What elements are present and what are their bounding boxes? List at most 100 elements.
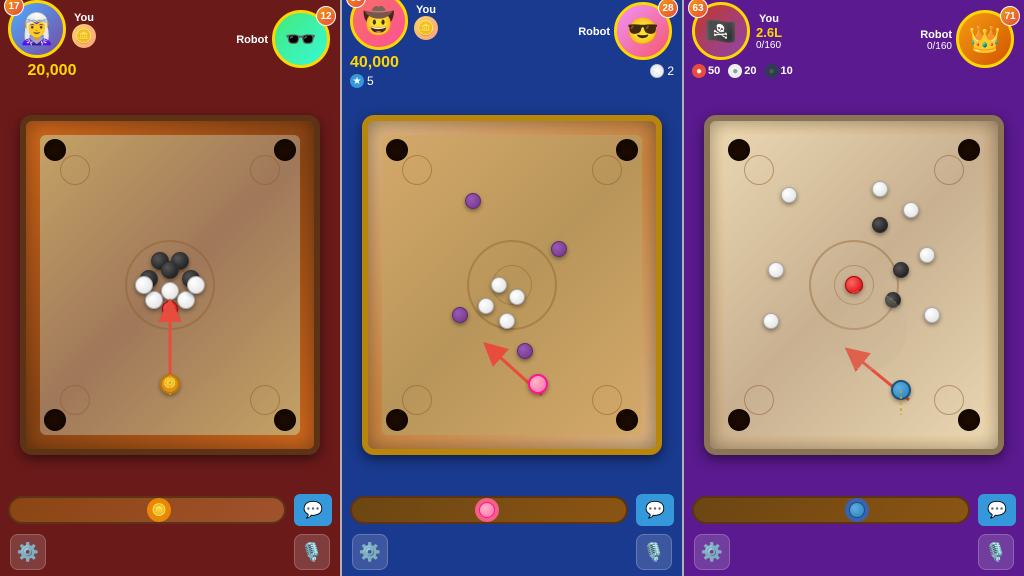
corner-circle-tr-2 xyxy=(592,155,622,185)
corner-circle-br-1 xyxy=(250,385,280,415)
piece-white-5 xyxy=(187,276,205,294)
you-avatar-1: 🧝‍♀️ 17 xyxy=(8,0,68,60)
robot-level-1: 12 xyxy=(316,6,336,26)
pocket-tl-3 xyxy=(728,139,750,161)
coin-indicators-3: ● 50 ● 20 ● 10 xyxy=(692,64,793,78)
corner-circle-tl-2 xyxy=(402,155,432,185)
bottom-controls-2: ⚙️ 🎙️ xyxy=(342,530,682,576)
red-dot: ● xyxy=(692,64,706,78)
pocket-tr-1 xyxy=(274,139,296,161)
piece-blue-2 xyxy=(551,241,567,257)
you-avatar-3: 🏴‍☠️ 63 xyxy=(692,2,752,62)
piece-w3-3 xyxy=(903,202,919,218)
striker-bar-container-1: 🪙 💬 xyxy=(0,490,340,530)
pocket-br-1 xyxy=(274,409,296,431)
robot-stars-2: ★ 2 xyxy=(650,64,674,78)
robot-level-2: 28 xyxy=(658,0,678,18)
striker-bar-2[interactable] xyxy=(350,496,628,524)
board-inner-1: 🪙 xyxy=(40,135,300,435)
robot-level-3: 71 xyxy=(1000,6,1020,26)
corner-circle-br-2 xyxy=(592,385,622,415)
piece-b3-2 xyxy=(893,262,909,278)
striker-bar-1[interactable]: 🪙 xyxy=(8,496,286,524)
pocket-tl-1 xyxy=(44,139,66,161)
board-inner-2 xyxy=(382,135,642,435)
score-3: 2.6L xyxy=(756,25,782,40)
corner-circle-br-3 xyxy=(934,385,964,415)
pocket-tr-3 xyxy=(958,139,980,161)
pocket-bl-1 xyxy=(44,409,66,431)
robot-name-3: Robot xyxy=(920,29,952,41)
striker-indicator-3 xyxy=(845,498,869,522)
aim-guide-3 xyxy=(827,290,907,370)
pocket-tr-2 xyxy=(616,139,638,161)
game-panel-2: 🤠 35 You 🪙 40,000 ★ 5 Robot xyxy=(342,0,682,576)
robot-avatar-1: 🕶️ 12 xyxy=(272,10,332,70)
pocket-bl-3 xyxy=(728,409,750,431)
piece-w3-5 xyxy=(768,262,784,278)
settings-button-1[interactable]: ⚙️ xyxy=(10,534,46,570)
robot-progress-3: 0/160 xyxy=(920,41,952,52)
corner-circle-tr-1 xyxy=(250,155,280,185)
robot-name-1: Robot xyxy=(236,34,268,46)
piece-white-3 xyxy=(177,291,195,309)
you-name-3: You xyxy=(756,13,782,25)
bottom-controls-3: ⚙️ 🎙️ xyxy=(684,530,1024,576)
piece-blue-3 xyxy=(452,307,468,323)
piece-white-p2-4 xyxy=(499,313,515,329)
corner-circle-bl-3 xyxy=(744,385,774,415)
red-coin-count: ● 50 xyxy=(692,64,720,78)
striker-bar-container-3: 💬 xyxy=(684,490,1024,530)
piece-w3-4 xyxy=(919,247,935,263)
settings-button-3[interactable]: ⚙️ xyxy=(694,534,730,570)
piece-red-1 xyxy=(162,301,178,317)
piece-blue-4 xyxy=(517,343,533,359)
player-header-2: 🤠 35 You 🪙 40,000 ★ 5 Robot xyxy=(342,0,682,80)
score-2: 40,000 xyxy=(350,54,399,72)
carrom-board-2 xyxy=(362,115,662,455)
game-panel-1: 🧝‍♀️ 17 You 🪙 20,000 Robot 🕶️ xyxy=(0,0,340,576)
carrom-board-1: 🪙 xyxy=(20,115,320,455)
piece-white-p2-2 xyxy=(509,289,525,305)
you-avatar-2: 🤠 35 xyxy=(350,0,410,52)
game-panel-3: 🏴‍☠️ 63 You 2.6L 0/160 ● 50 ● 20 xyxy=(684,0,1024,576)
mic-button-1[interactable]: 🎙️ xyxy=(294,534,330,570)
striker-indicator-2 xyxy=(475,498,499,522)
mic-button-3[interactable]: 🎙️ xyxy=(978,534,1014,570)
black-coin-count: ● 10 xyxy=(765,64,793,78)
white-coin-count: ● 20 xyxy=(728,64,756,78)
score-1: 20,000 xyxy=(28,62,77,80)
carrom-board-3 xyxy=(704,115,1004,455)
player-header-3: 🏴‍☠️ 63 You 2.6L 0/160 ● 50 ● 20 xyxy=(684,0,1024,80)
piece-w3-1 xyxy=(781,187,797,203)
piece-black-5 xyxy=(161,261,179,279)
pocket-br-3 xyxy=(958,409,980,431)
piece-blue-1 xyxy=(465,193,481,209)
chat-button-3[interactable]: 💬 xyxy=(978,494,1016,526)
robot-avatar-3: 👑 71 xyxy=(956,10,1016,70)
chat-button-2[interactable]: 💬 xyxy=(636,494,674,526)
mic-button-2[interactable]: 🎙️ xyxy=(636,534,672,570)
piece-white-p2-3 xyxy=(478,298,494,314)
striker-bar-container-2: 💬 xyxy=(342,490,682,530)
piece-b3-1 xyxy=(872,217,888,233)
corner-circle-bl-1 xyxy=(60,385,90,415)
board-container-3 xyxy=(684,80,1024,490)
board-inner-3 xyxy=(724,135,984,435)
chat-button-1[interactable]: 💬 xyxy=(294,494,332,526)
corner-circle-tr-3 xyxy=(934,155,964,185)
bottom-controls-1: ⚙️ 🎙️ xyxy=(0,530,340,576)
striker-indicator-1: 🪙 xyxy=(147,498,171,522)
settings-button-2[interactable]: ⚙️ xyxy=(352,534,388,570)
piece-white-4 xyxy=(135,276,153,294)
white-dot: ● xyxy=(728,64,742,78)
star-icon-robot-2: ★ xyxy=(650,64,664,78)
black-dot: ● xyxy=(765,64,779,78)
player-header-1: 🧝‍♀️ 17 You 🪙 20,000 Robot 🕶️ xyxy=(0,0,340,80)
striker-bar-3[interactable] xyxy=(692,496,970,524)
corner-circle-tl-1 xyxy=(60,155,90,185)
piece-w3-6 xyxy=(763,313,779,329)
striker-3 xyxy=(891,380,911,400)
robot-avatar-2: 😎 28 xyxy=(614,2,674,62)
board-container-1: 🪙 xyxy=(0,80,340,490)
